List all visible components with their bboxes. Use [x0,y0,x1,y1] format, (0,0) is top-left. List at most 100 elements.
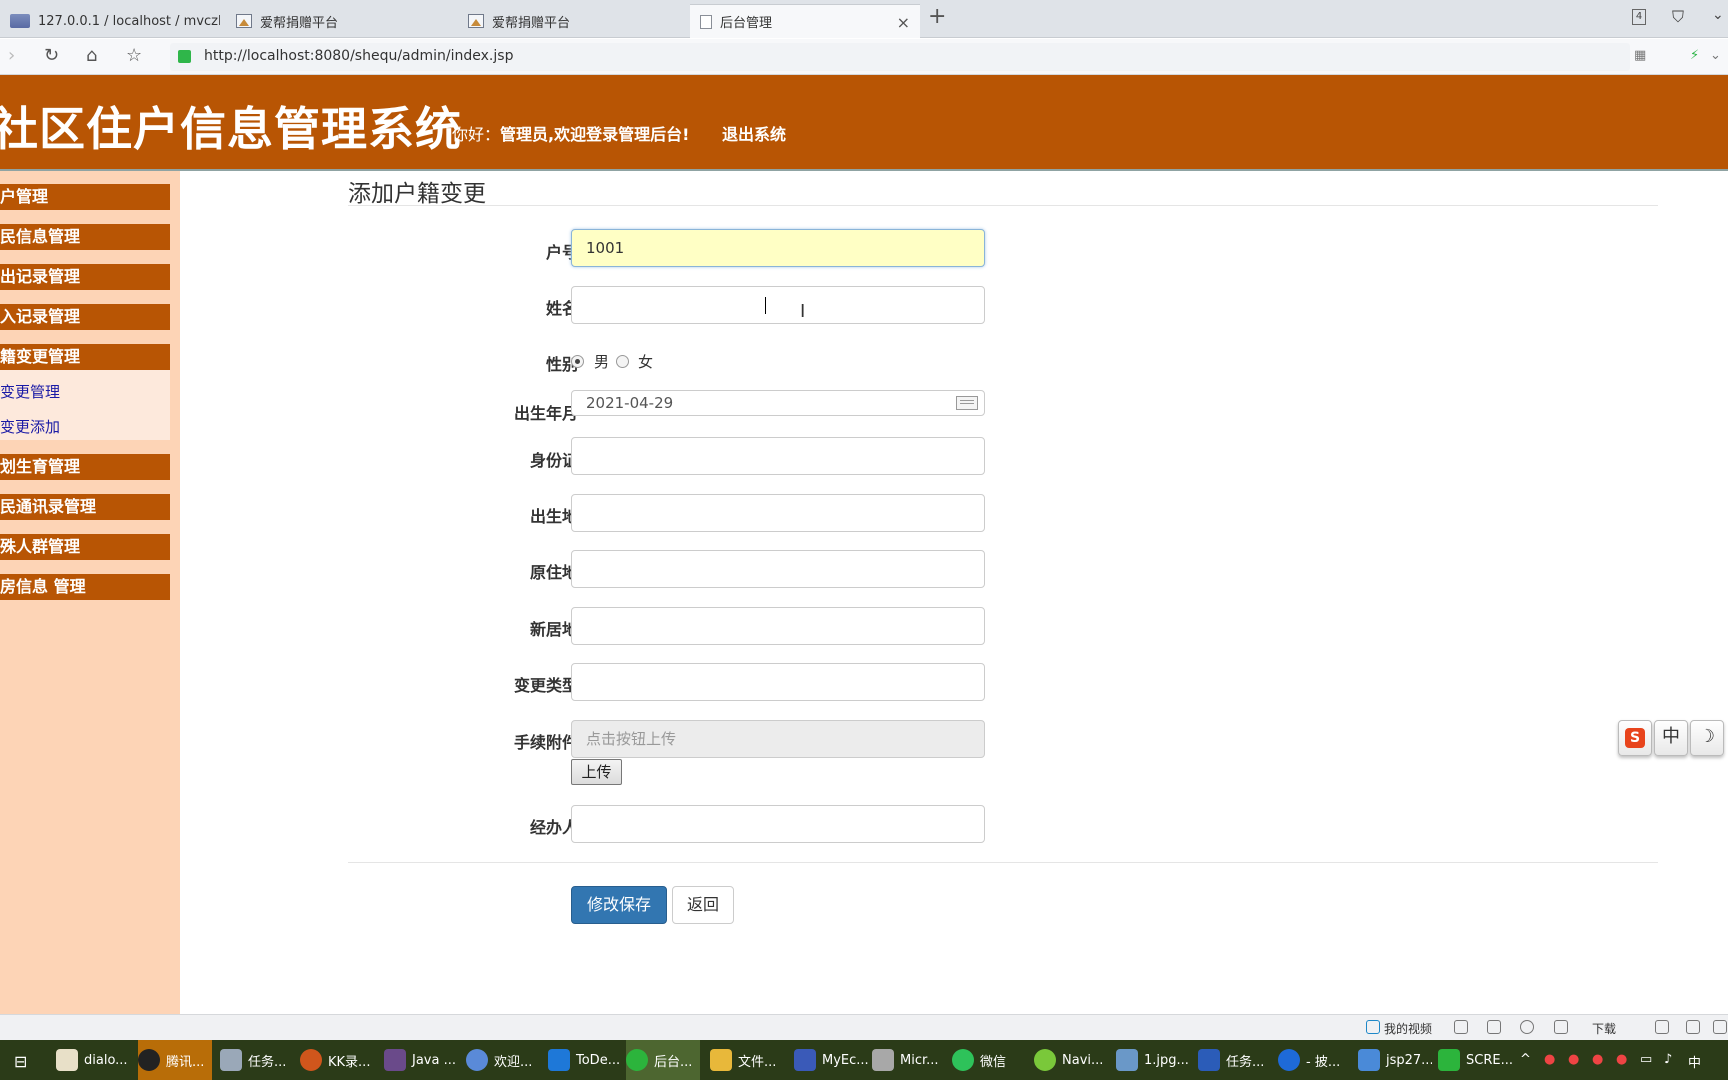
menu-moveout-records[interactable]: 迁出记录管理 [0,264,170,290]
wechat-icon [952,1049,974,1071]
tab-donation-2[interactable]: 爱帮捐赠平台 [458,4,684,38]
refresh-icon[interactable] [1520,1020,1534,1034]
menu-family-planning[interactable]: 计划生育管理 [0,454,170,480]
k-icon [1278,1049,1300,1071]
ime-chinese-toggle[interactable]: 中 [1654,720,1688,756]
birthplace-label: 出生地 [529,507,578,526]
taskbar-item[interactable]: 腾讯... [138,1040,212,1080]
network-icon[interactable]: ▭ [1640,1052,1652,1067]
birth-date-input[interactable]: 2021-04-29 [571,390,985,416]
ibeam-cursor-icon: I [800,301,806,322]
huhao-input[interactable]: 1001 [571,229,985,267]
back-button[interactable]: 返回 [672,886,734,924]
taskbar-item[interactable]: MyEc... [794,1040,868,1080]
tray-app-icon[interactable]: ● [1544,1052,1555,1067]
taskbar-item[interactable]: 文件... [710,1040,784,1080]
tab-donation-1[interactable]: 爱帮捐赠平台 [226,4,452,38]
tab-label: 127.0.0.1 / localhost / mvczh [38,13,220,29]
menu-user-management[interactable]: 用户管理 [0,184,170,210]
chevron-down-icon[interactable]: ⌄ [1712,7,1724,23]
submenu-change-manage[interactable]: 户籍变更管理 [0,381,60,402]
gender-radio-group: 男 女 [571,353,691,375]
app-title: 社区住户信息管理系统 [0,102,462,156]
taskbar-item[interactable]: - 披... [1278,1040,1352,1080]
sogou-ime-icon[interactable]: S [1618,720,1652,756]
taskbar-item[interactable]: dialo... [56,1040,134,1080]
tab-count[interactable]: 4 [1632,9,1646,25]
bolt-icon[interactable]: ⚡ [1690,48,1699,63]
trash-icon[interactable] [1686,1020,1700,1034]
changetype-input[interactable] [571,663,985,701]
chevron-down-icon[interactable]: ⌄ [1710,48,1721,63]
menu-special-groups[interactable]: 特殊人群管理 [0,534,170,560]
ime-indicator[interactable]: 中 [1688,1052,1701,1071]
download-link[interactable]: 下载 [1592,1020,1616,1037]
panel-icon[interactable] [1713,1020,1727,1034]
calendar-icon[interactable] [956,396,978,410]
my-video-link[interactable]: 我的视频 [1384,1020,1432,1037]
oldaddr-input[interactable] [571,550,985,588]
form-divider [348,862,1658,863]
star-icon[interactable]: ☆ [126,45,142,66]
name-input[interactable] [571,286,985,324]
tray-app-icon[interactable]: ● [1568,1052,1579,1067]
taskbar-item[interactable]: KK录... [300,1040,374,1080]
tab-phpmyadmin[interactable]: 127.0.0.1 / localhost / mvczh [0,4,220,38]
menu-household-change[interactable]: 户籍变更管理 [0,344,170,370]
taskbar-item[interactable]: 微信 [952,1040,1024,1080]
taskbar-item[interactable]: 欢迎... [466,1040,540,1080]
gender-female-label: 女 [638,353,654,371]
menu-resident-info[interactable]: 居民信息管理 [0,224,170,250]
app-icon [220,1049,242,1071]
picture-icon[interactable] [1487,1020,1501,1034]
gender-label: 性别 [545,355,578,374]
newaddr-input[interactable] [571,607,985,645]
save-button[interactable]: 修改保存 [571,886,667,924]
taskbar-item[interactable]: Java ... [384,1040,458,1080]
taskbar-item[interactable]: SCRE... [1438,1040,1512,1080]
tab-label: 爱帮捐赠平台 [492,15,571,31]
folder-icon [1358,1049,1380,1071]
shield-icon[interactable] [1454,1020,1468,1034]
tray-expand-icon[interactable]: ^ [1520,1052,1531,1067]
tab-admin[interactable]: 后台管理 × [690,4,920,38]
skin-icon[interactable]: ⛉ [1672,7,1684,27]
user-welcome: 管理员,欢迎登录管理后台! [500,125,690,144]
gender-female-radio[interactable] [616,355,629,368]
taskbar-item[interactable]: 后台... [626,1040,700,1080]
volume-icon[interactable]: ♪ [1664,1052,1672,1067]
tray-app-icon[interactable]: ● [1616,1052,1627,1067]
menu-movein-records[interactable]: 迁入记录管理 [0,304,170,330]
taskbar-item[interactable]: 任务... [1198,1040,1272,1080]
document-icon [700,14,712,29]
taskbar-item[interactable]: Navi... [1034,1040,1108,1080]
taskbar-item[interactable]: ToDe... [548,1040,622,1080]
menu-housing-info[interactable]: 出房信息 管理 [0,574,170,600]
taskbar-item[interactable]: jsp27... [1358,1040,1432,1080]
rocket-icon[interactable] [1554,1020,1568,1034]
taskbar-item[interactable]: 1.jpg... [1116,1040,1190,1080]
sound-icon[interactable] [1655,1020,1669,1034]
forward-icon[interactable]: › [8,45,15,66]
idcard-input[interactable] [571,437,985,475]
birthplace-input[interactable] [571,494,985,532]
logout-link[interactable]: 退出系统 [722,121,786,145]
reload-icon[interactable]: ↻ [44,45,59,66]
url-field[interactable]: http://localhost:8080/shequ/admin/index.… [170,43,1630,71]
gender-male-radio[interactable] [571,355,584,368]
moon-icon[interactable]: ☽ [1690,720,1724,756]
taskbar-item[interactable]: 任务... [220,1040,294,1080]
new-tab-icon[interactable]: + [928,4,946,29]
address-bar: › ↻ ⌂ ☆ http://localhost:8080/shequ/admi… [0,39,1728,75]
navicat-icon [1034,1049,1056,1071]
handler-input[interactable] [571,805,985,843]
close-tab-icon[interactable]: × [897,13,910,32]
home-icon[interactable]: ⌂ [86,45,97,66]
menu-resident-contacts[interactable]: 居民通讯录管理 [0,494,170,520]
tray-app-icon[interactable]: ● [1592,1052,1603,1067]
taskbar-item[interactable]: Micr... [872,1040,946,1080]
task-view-icon[interactable]: ⊟ [14,1052,27,1071]
upload-button[interactable]: 上传 [571,759,622,785]
submenu-change-add[interactable]: 户籍变更添加 [0,416,60,437]
qr-icon[interactable]: ▦ [1634,48,1646,63]
